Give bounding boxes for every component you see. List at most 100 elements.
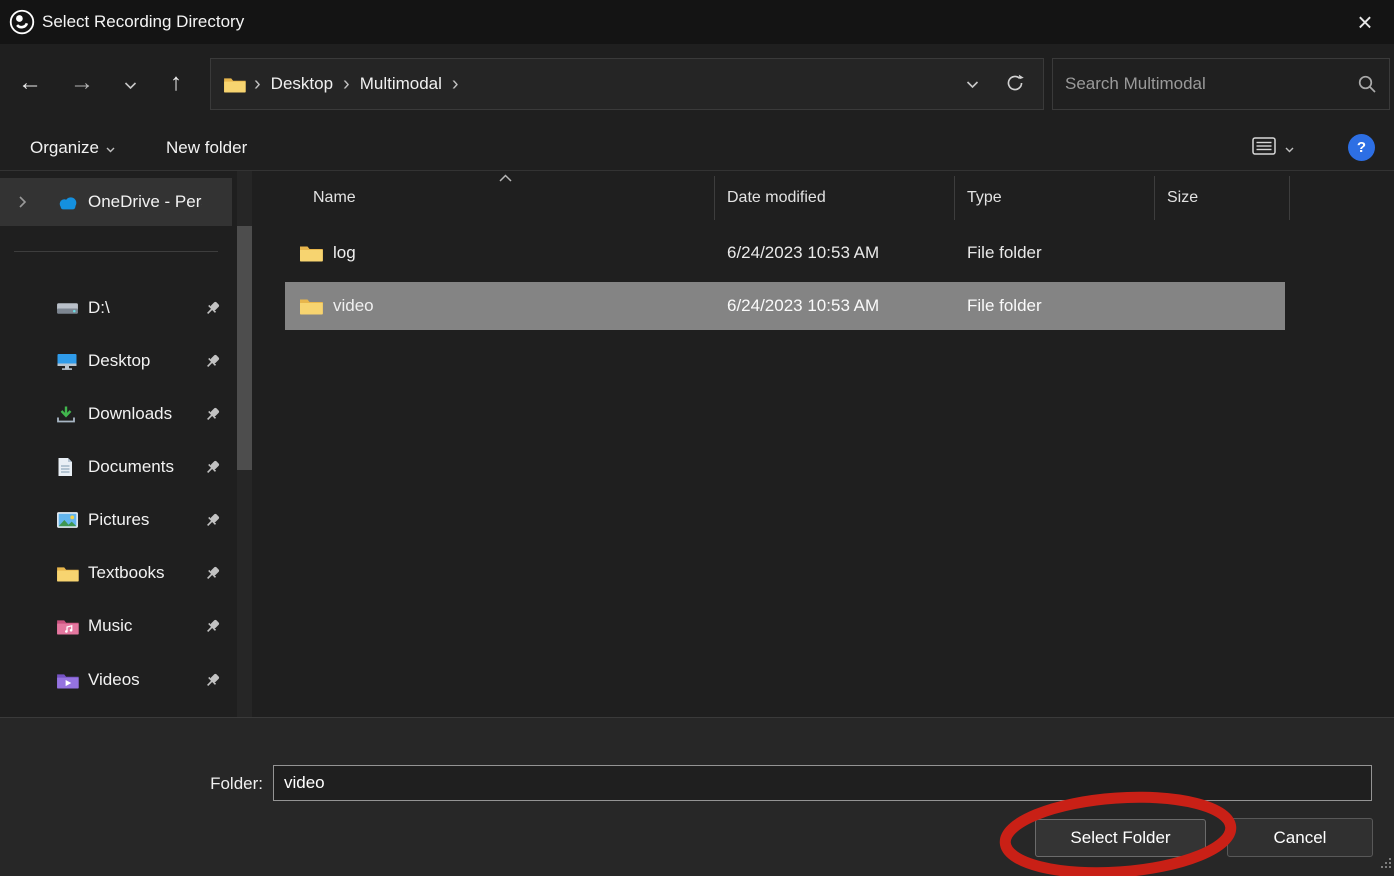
expand-chevron-icon	[18, 195, 27, 209]
sidebar-item-downloads[interactable]: Downloads	[0, 390, 232, 438]
column-header-label: Name	[313, 189, 356, 207]
column-header-label: Size	[1167, 189, 1198, 207]
view-options-button[interactable]	[1252, 126, 1294, 170]
desktop-icon	[56, 352, 80, 370]
sidebar-item-label: D:\	[88, 298, 202, 318]
obs-logo-icon	[8, 8, 36, 36]
back-button[interactable]: ←	[10, 58, 50, 108]
scrollbar-track[interactable]	[237, 171, 252, 717]
chevron-right-icon: ›	[339, 74, 354, 94]
folder-input[interactable]	[273, 765, 1372, 801]
downloads-icon	[56, 405, 80, 424]
file-size	[1155, 282, 1285, 330]
column-header-label: Date modified	[727, 189, 826, 207]
pin-icon	[204, 300, 222, 317]
sidebar-item-label: Desktop	[88, 351, 202, 371]
navigation-sidebar: OneDrive - Perso D:\	[0, 171, 260, 717]
chevron-down-icon	[106, 138, 115, 158]
pin-icon	[204, 406, 222, 423]
up-button[interactable]: ↑	[156, 58, 196, 108]
folder-icon	[223, 76, 246, 93]
organize-label: Organize	[30, 138, 99, 158]
new-folder-label: New folder	[166, 138, 247, 158]
titlebar: Select Recording Directory ×	[0, 0, 1394, 44]
column-header-name[interactable]: Name	[285, 176, 715, 220]
sidebar-item-label: Downloads	[88, 404, 202, 424]
chevron-right-icon: ›	[250, 74, 265, 94]
column-header-label: Type	[967, 189, 1002, 207]
breadcrumb-item-multimodal[interactable]: Multimodal	[354, 70, 448, 98]
help-button[interactable]: ?	[1348, 134, 1375, 161]
sidebar-item-label: Music	[88, 616, 202, 636]
sidebar-divider	[14, 251, 218, 252]
scrollbar-thumb[interactable]	[237, 226, 252, 470]
resize-grip-icon[interactable]	[1380, 854, 1392, 874]
cancel-button[interactable]: Cancel	[1227, 818, 1373, 857]
pin-icon	[204, 353, 222, 370]
folder-label: Folder:	[160, 774, 263, 794]
onedrive-cloud-icon	[56, 194, 80, 211]
forward-button[interactable]: →	[62, 58, 102, 108]
sidebar-item-label: OneDrive - Perso	[88, 192, 202, 212]
select-folder-button[interactable]: Select Folder	[1035, 819, 1206, 857]
sidebar-item-label: Documents	[88, 457, 202, 477]
address-dropdown-button[interactable]	[966, 77, 979, 92]
column-header-date-modified[interactable]: Date modified	[715, 176, 955, 220]
recent-locations-button[interactable]	[110, 58, 150, 108]
search-icon	[1357, 74, 1377, 94]
file-date-modified: 6/24/2023 10:53 AM	[715, 229, 955, 277]
file-type: File folder	[955, 282, 1155, 330]
pin-icon	[204, 618, 222, 635]
close-button[interactable]: ×	[1342, 0, 1388, 44]
help-icon: ?	[1357, 139, 1366, 156]
sidebar-item-documents[interactable]: Documents	[0, 443, 232, 491]
refresh-icon	[1005, 73, 1025, 96]
file-dialog-window: Select Recording Directory × ← → ↑ › Des…	[0, 0, 1394, 876]
videos-folder-icon	[56, 672, 80, 689]
file-list-header: Name Date modified Type Size	[285, 176, 1290, 220]
new-folder-button[interactable]: New folder	[166, 126, 247, 170]
search-box	[1052, 58, 1390, 110]
sidebar-item-desktop[interactable]: Desktop	[0, 337, 232, 385]
refresh-button[interactable]	[1005, 73, 1025, 96]
drive-icon	[56, 300, 80, 317]
pictures-icon	[56, 511, 80, 529]
file-row-log[interactable]: log 6/24/2023 10:53 AM File folder	[285, 229, 1285, 277]
address-bar[interactable]: › Desktop › Multimodal ›	[210, 58, 1044, 110]
sidebar-item-label: Videos	[88, 670, 202, 690]
details-view-icon	[1252, 137, 1276, 160]
sidebar-item-pictures[interactable]: Pictures	[0, 496, 232, 544]
documents-icon	[56, 457, 80, 477]
sidebar-item-music[interactable]: Music	[0, 602, 232, 650]
chevron-down-icon	[124, 69, 137, 97]
file-row-video[interactable]: video 6/24/2023 10:53 AM File folder	[285, 282, 1285, 330]
up-icon: ↑	[170, 69, 182, 97]
chevron-down-icon	[1285, 138, 1294, 158]
file-type: File folder	[955, 229, 1155, 277]
organize-button[interactable]: Organize	[30, 126, 115, 170]
folder-icon	[56, 565, 80, 582]
command-toolbar: Organize New folder ?	[0, 126, 1394, 171]
folder-icon	[299, 297, 323, 315]
sidebar-item-label: Pictures	[88, 510, 202, 530]
pin-icon	[204, 459, 222, 476]
file-name: video	[333, 296, 374, 316]
chevron-down-icon	[966, 77, 979, 92]
file-size	[1155, 229, 1285, 277]
sidebar-item-videos[interactable]: Videos	[0, 656, 232, 704]
window-title: Select Recording Directory	[42, 12, 244, 32]
sidebar-item-onedrive[interactable]: OneDrive - Perso	[0, 178, 232, 226]
search-input[interactable]	[1065, 74, 1357, 94]
forward-icon: →	[70, 69, 94, 97]
breadcrumb-item-desktop[interactable]: Desktop	[265, 70, 339, 98]
sidebar-item-textbooks[interactable]: Textbooks	[0, 549, 232, 597]
file-name: log	[333, 243, 356, 263]
back-icon: ←	[18, 69, 42, 97]
pin-icon	[204, 565, 222, 582]
column-header-size[interactable]: Size	[1155, 176, 1290, 220]
sidebar-item-d-drive[interactable]: D:\	[0, 284, 232, 332]
dialog-footer: Folder: Select Folder Cancel	[0, 717, 1394, 876]
folder-icon	[299, 244, 323, 262]
column-header-type[interactable]: Type	[955, 176, 1155, 220]
file-date-modified: 6/24/2023 10:53 AM	[715, 282, 955, 330]
